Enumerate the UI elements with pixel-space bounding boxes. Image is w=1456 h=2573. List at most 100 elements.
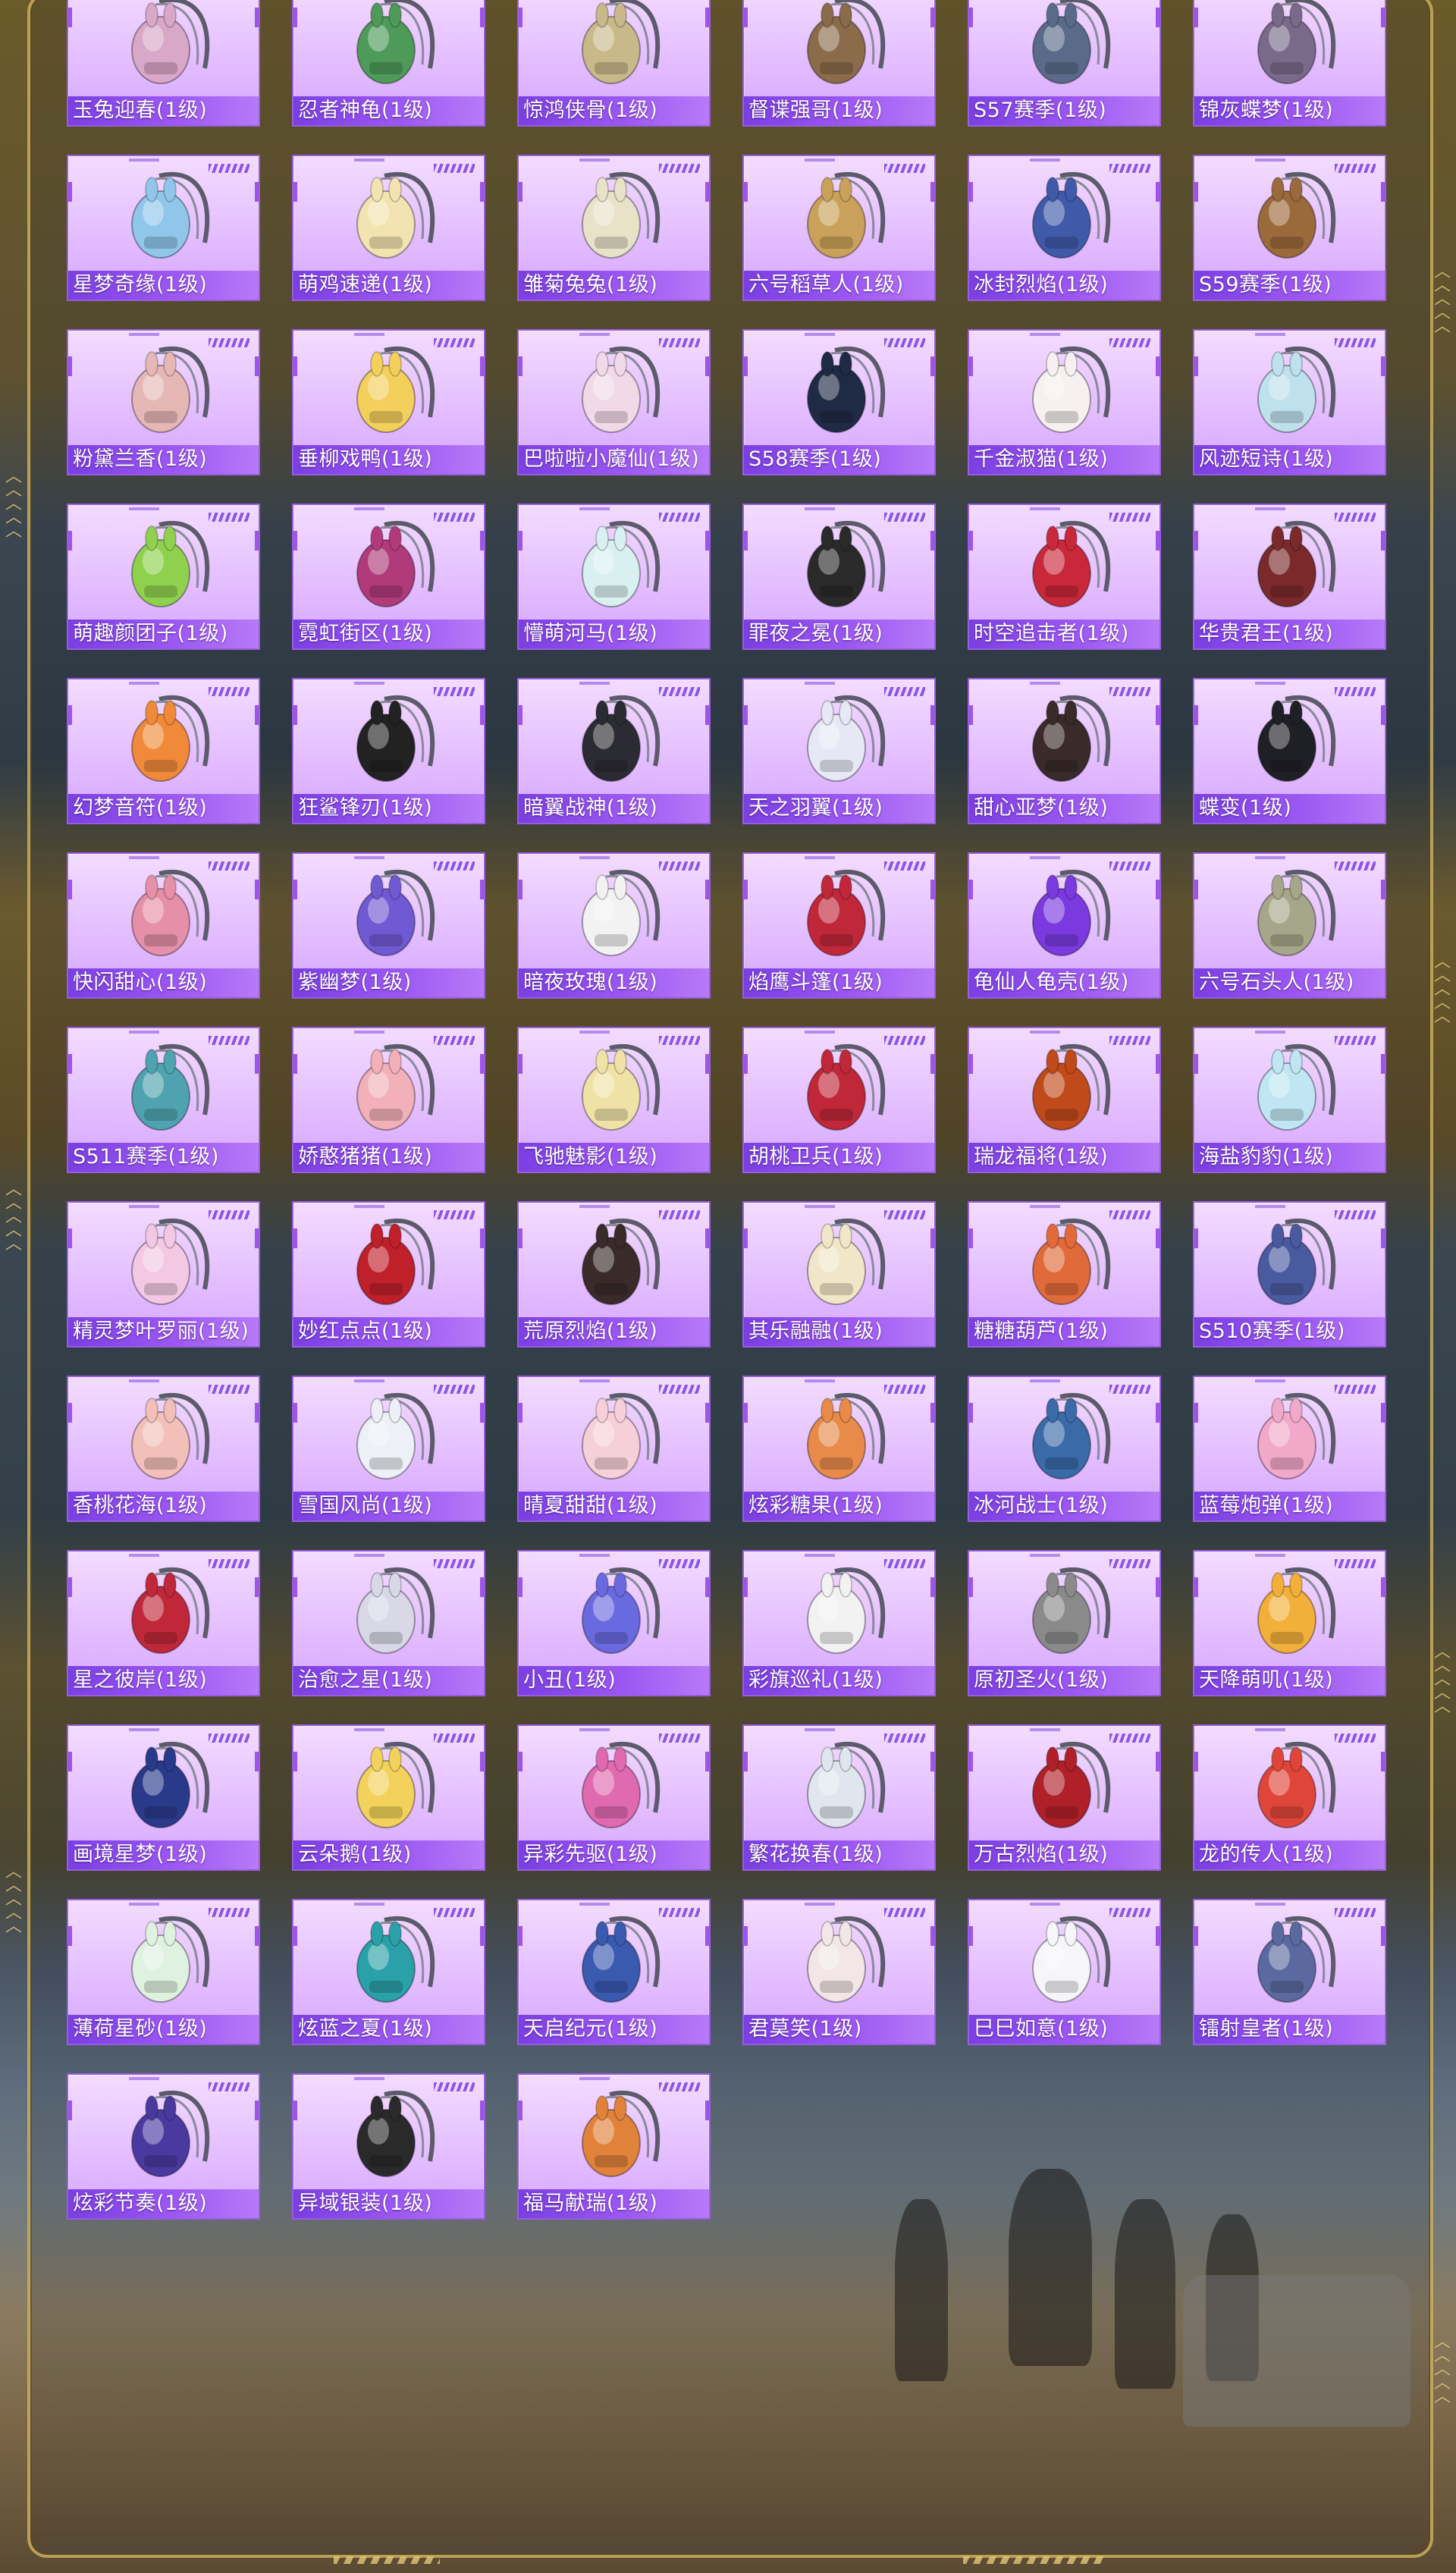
item-card[interactable]: 胡桃卫兵(1级): [742, 1027, 936, 1173]
item-card[interactable]: 原初圣火(1级): [968, 1550, 1161, 1696]
item-card[interactable]: 幻梦音符(1级): [67, 678, 260, 824]
item-card[interactable]: S510赛季(1级): [1193, 1201, 1386, 1348]
item-card[interactable]: 蓝莓炮弹(1级): [1193, 1376, 1386, 1522]
item-name-label: 薄荷星砂(1级): [68, 2015, 259, 2044]
item-name-label: 萌鸡速递(1级): [293, 271, 484, 300]
item-card[interactable]: 粉黛兰香(1级): [67, 329, 260, 475]
backpack-icon: [807, 1219, 886, 1305]
item-card[interactable]: 星梦奇缘(1级): [67, 155, 260, 301]
card-top-accent: [805, 333, 835, 336]
item-card[interactable]: 华贵君王(1级): [1193, 504, 1386, 650]
item-card[interactable]: 狂鲨锋刃(1级): [292, 678, 485, 824]
item-card[interactable]: 冰河战士(1级): [968, 1376, 1161, 1522]
item-card[interactable]: 龙的传人(1级): [1193, 1724, 1386, 1871]
item-card[interactable]: 糖糖葫芦(1级): [968, 1201, 1161, 1348]
item-name-label: 龙的传人(1级): [1194, 1840, 1385, 1869]
item-card[interactable]: 巳巳如意(1级): [968, 1899, 1161, 2045]
item-card[interactable]: 甜心亚梦(1级): [968, 678, 1161, 824]
item-card[interactable]: 天降萌叽(1级): [1193, 1550, 1386, 1696]
item-card[interactable]: 异域银装(1级): [292, 2073, 485, 2220]
item-card[interactable]: 君莫笑(1级): [742, 1899, 936, 2045]
item-card[interactable]: S58赛季(1级): [742, 329, 936, 475]
item-card[interactable]: 暗夜玫瑰(1级): [517, 852, 711, 999]
item-name-label: 其乐融融(1级): [744, 1317, 934, 1346]
backpack-icon: [1257, 1044, 1336, 1131]
item-name-label: 天降萌叽(1级): [1194, 1666, 1385, 1695]
item-name-label: 风迹短诗(1级): [1194, 445, 1385, 474]
backpack-icon: [807, 1742, 886, 1828]
backpack-icon: [1032, 172, 1111, 259]
item-card[interactable]: 天之羽翼(1级): [742, 678, 936, 824]
camera-backpack-icon: [131, 870, 210, 956]
backpack-icon: [131, 1916, 210, 2003]
item-card[interactable]: 龟仙人龟壳(1级): [968, 852, 1161, 999]
item-card[interactable]: 飞驰魅影(1级): [517, 1027, 711, 1173]
item-card[interactable]: 焰鹰斗篷(1级): [742, 852, 936, 999]
item-name-label: 云朵鹅(1级): [293, 1840, 484, 1869]
item-card[interactable]: 福马献瑞(1级): [517, 2073, 711, 2220]
item-card[interactable]: 天启纪元(1级): [517, 1899, 711, 2045]
item-card[interactable]: 炫蓝之夏(1级): [292, 1899, 485, 2045]
item-card[interactable]: 紫幽梦(1级): [292, 852, 485, 999]
card-top-accent: [1255, 1728, 1285, 1731]
item-card[interactable]: 锦灰蝶梦(1级): [1193, 0, 1386, 127]
item-card[interactable]: 炫彩节奏(1级): [67, 2073, 260, 2220]
item-card[interactable]: 暗翼战神(1级): [517, 678, 711, 824]
item-card[interactable]: S57赛季(1级): [968, 0, 1161, 127]
item-card[interactable]: 玉兔迎春(1级): [67, 0, 260, 127]
item-card[interactable]: 垂柳戏鸭(1级): [292, 329, 485, 475]
item-name-label: 福马献瑞(1级): [519, 2189, 709, 2218]
item-card[interactable]: 星之彼岸(1级): [67, 1550, 260, 1696]
item-card[interactable]: S59赛季(1级): [1193, 155, 1386, 301]
item-card[interactable]: 治愈之星(1级): [292, 1550, 485, 1696]
item-card[interactable]: 画境星梦(1级): [67, 1724, 260, 1871]
item-card[interactable]: 雪国风尚(1级): [292, 1376, 485, 1522]
item-card[interactable]: S511赛季(1级): [67, 1027, 260, 1173]
item-card[interactable]: 惊鸿侠骨(1级): [517, 0, 711, 127]
item-card[interactable]: 冰封烈焰(1级): [968, 155, 1161, 301]
backpack-icon: [807, 695, 886, 782]
item-card[interactable]: 小丑(1级): [517, 1550, 711, 1696]
item-card[interactable]: 霓虹街区(1级): [292, 504, 485, 650]
backpack-icon: [131, 2091, 210, 2177]
card-top-accent: [1255, 333, 1285, 336]
item-name-label: 糖糖葫芦(1级): [969, 1317, 1159, 1346]
item-name-label: S59赛季(1级): [1194, 271, 1385, 300]
item-card[interactable]: 蝶变(1级): [1193, 678, 1386, 824]
item-card[interactable]: 万古烈焰(1级): [968, 1724, 1161, 1871]
item-card[interactable]: 彩旗巡礼(1级): [742, 1550, 936, 1696]
item-card[interactable]: 懵萌河马(1级): [517, 504, 711, 650]
item-card[interactable]: 风迹短诗(1级): [1193, 329, 1386, 475]
item-card[interactable]: 督谍强哥(1级): [742, 0, 936, 127]
item-card[interactable]: 炫彩糖果(1级): [742, 1376, 936, 1522]
item-card[interactable]: 晴夏甜甜(1级): [517, 1376, 711, 1522]
item-card[interactable]: 罪夜之冕(1级): [742, 504, 936, 650]
item-card[interactable]: 巴啦啦小魔仙(1级): [517, 329, 711, 475]
item-card[interactable]: 精灵梦叶罗丽(1级): [67, 1201, 260, 1348]
item-card[interactable]: 繁花换春(1级): [742, 1724, 936, 1871]
item-card[interactable]: 快闪甜心(1级): [67, 852, 260, 999]
item-card[interactable]: 香桃花海(1级): [67, 1376, 260, 1522]
backpack-icon: [356, 695, 435, 782]
item-card[interactable]: 荒原烈焰(1级): [517, 1201, 711, 1348]
item-card[interactable]: 云朵鹅(1级): [292, 1724, 485, 1871]
item-card[interactable]: 萌鸡速递(1级): [292, 155, 485, 301]
item-name-label: 画境星梦(1级): [68, 1840, 259, 1869]
item-card[interactable]: 萌趣颜团子(1级): [67, 504, 260, 650]
item-name-label: 炫蓝之夏(1级): [293, 2015, 484, 2044]
item-card[interactable]: 忍者神龟(1级): [292, 0, 485, 127]
item-card[interactable]: 千金淑猫(1级): [968, 329, 1161, 475]
item-card[interactable]: 娇憨猪猪(1级): [292, 1027, 485, 1173]
item-card[interactable]: 雏菊兔兔(1级): [517, 155, 711, 301]
item-card[interactable]: 海盐豹豹(1级): [1193, 1027, 1386, 1173]
item-card[interactable]: 其乐融融(1级): [742, 1201, 936, 1348]
item-card[interactable]: 时空追击者(1级): [968, 504, 1161, 650]
item-card[interactable]: 妙红点点(1级): [292, 1201, 485, 1348]
item-card[interactable]: 异彩先驱(1级): [517, 1724, 711, 1871]
item-card[interactable]: 瑞龙福将(1级): [968, 1027, 1161, 1173]
item-card[interactable]: 六号稻草人(1级): [742, 155, 936, 301]
bottom-stripe-deco: [334, 2556, 440, 2564]
item-card[interactable]: 六号石头人(1级): [1193, 852, 1386, 999]
item-card[interactable]: 薄荷星砂(1级): [67, 1899, 260, 2045]
item-card[interactable]: 镭射皇者(1级): [1193, 1899, 1386, 2045]
